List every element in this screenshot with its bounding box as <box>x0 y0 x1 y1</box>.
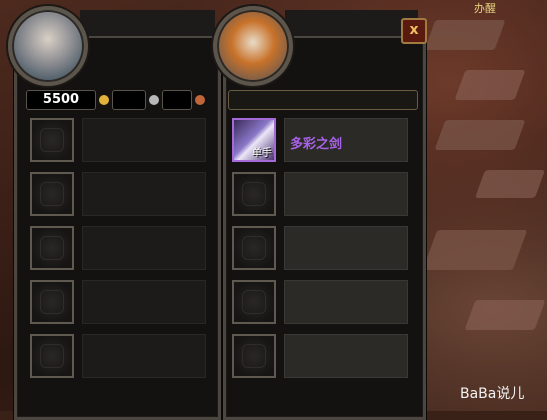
floor-tile <box>424 20 506 50</box>
floor-tile <box>434 120 526 150</box>
trade-slot[interactable]: 单手 多彩之剑 <box>232 118 408 163</box>
trade-slot[interactable] <box>232 172 408 217</box>
partner-name-bar <box>285 10 418 38</box>
player-portrait[interactable] <box>8 6 88 86</box>
item-name[interactable]: 多彩之剑 <box>290 133 342 152</box>
copper-coin-icon <box>195 95 205 105</box>
sword-icon[interactable]: 单手 <box>232 118 276 162</box>
floor-tile <box>454 70 526 100</box>
trade-slot[interactable] <box>30 118 206 163</box>
trade-slot[interactable] <box>232 334 408 379</box>
trade-slot[interactable] <box>30 172 206 217</box>
silver-coin-icon <box>149 95 159 105</box>
player-money-row: 5500 <box>26 90 205 110</box>
floor-tile <box>464 300 546 330</box>
slot-name-field <box>82 226 206 270</box>
gold-input[interactable]: 5500 <box>26 90 96 110</box>
close-button[interactable]: x <box>401 18 427 44</box>
watermark: BaBa说儿 <box>460 386 525 402</box>
slot-name-field <box>82 172 206 216</box>
empty-slot-icon[interactable] <box>30 334 74 378</box>
gold-coin-icon <box>99 95 109 105</box>
empty-slot-icon[interactable] <box>30 280 74 324</box>
slot-name-field <box>284 334 408 378</box>
empty-slot-icon[interactable] <box>30 118 74 162</box>
silver-input[interactable] <box>112 90 146 110</box>
floor-tile <box>474 170 546 198</box>
top-right-label: 办醒 <box>474 2 496 15</box>
partner-money-display <box>228 90 418 110</box>
item-type-label: 单手 <box>252 148 272 159</box>
slot-name-field <box>284 172 408 216</box>
trade-slot[interactable] <box>232 226 408 271</box>
copper-input[interactable] <box>162 90 192 110</box>
trade-slot[interactable] <box>30 334 206 379</box>
partner-trade-slots: 单手 多彩之剑 <box>232 118 408 379</box>
empty-slot-icon[interactable] <box>232 334 276 378</box>
trade-slot[interactable] <box>232 280 408 325</box>
slot-name-field <box>284 280 408 324</box>
slot-name-field <box>284 226 408 270</box>
player-name-bar <box>80 10 215 38</box>
trade-slot[interactable] <box>30 280 206 325</box>
partner-portrait[interactable] <box>213 6 293 86</box>
trade-slot[interactable] <box>30 226 206 271</box>
empty-slot-icon[interactable] <box>232 226 276 270</box>
slot-name-field <box>82 334 206 378</box>
player-trade-slots <box>30 118 206 379</box>
empty-slot-icon[interactable] <box>30 172 74 216</box>
empty-slot-icon[interactable] <box>232 280 276 324</box>
empty-slot-icon[interactable] <box>232 172 276 216</box>
floor-tile <box>422 230 528 270</box>
empty-slot-icon[interactable] <box>30 226 74 270</box>
slot-name-field <box>82 280 206 324</box>
slot-name-field <box>82 118 206 162</box>
